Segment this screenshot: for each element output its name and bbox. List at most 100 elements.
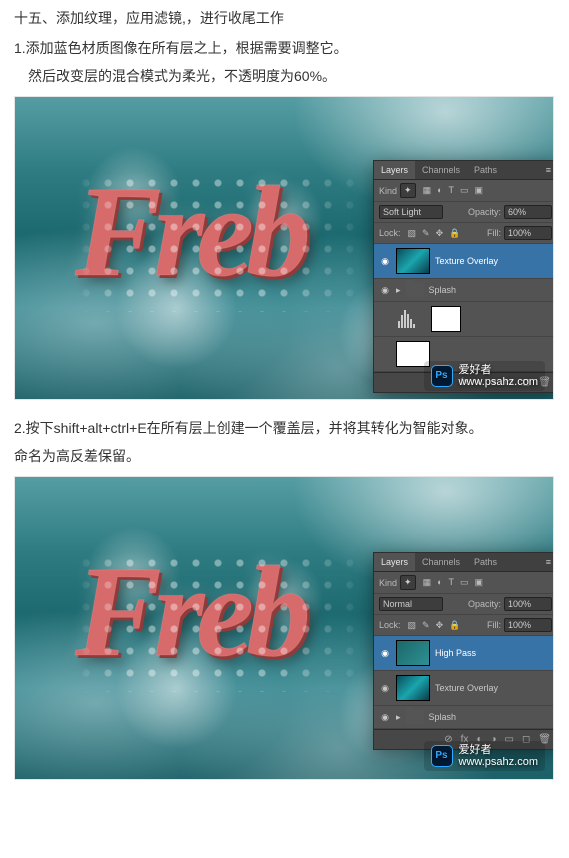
- lock-row: Lock: ▧ ✎ ✥ 🔒 Fill: 100%: [374, 615, 553, 636]
- visibility-icon[interactable]: ◉: [379, 683, 391, 694]
- tab-paths[interactable]: Paths: [467, 161, 504, 179]
- layer-label: Texture Overlay: [435, 683, 552, 693]
- opacity-label: Opacity:: [468, 599, 501, 609]
- opacity-value[interactable]: 60%: [504, 205, 552, 219]
- watermark: Ps 爱好者 www.psahz.com: [424, 361, 545, 391]
- tab-layers[interactable]: Layers: [374, 553, 415, 571]
- watermark: Ps 爱好者 www.psahz.com: [424, 741, 545, 771]
- kind-dropdown[interactable]: ✦: [400, 575, 416, 590]
- panel-tabs: Layers Channels Paths ≡: [374, 553, 553, 572]
- kind-label: Kind: [379, 578, 397, 588]
- filter-shape-icon[interactable]: ▭: [460, 185, 469, 196]
- layer-thumbnail: [396, 675, 430, 701]
- step1-line2: 然后改变层的混合模式为柔光，不透明度为60%。: [28, 66, 555, 86]
- watermark-name: 爱好者: [459, 364, 538, 376]
- watermark-url: www.psahz.com: [459, 756, 538, 768]
- visibility-icon[interactable]: ◉: [379, 712, 391, 723]
- folder-icon: [406, 283, 424, 297]
- filter-adjust-icon[interactable]: ◐: [437, 577, 442, 588]
- lock-move-icon[interactable]: ✥: [436, 228, 444, 239]
- layer-thumbnail: [396, 640, 430, 666]
- filter-pixel-icon[interactable]: ▦: [423, 185, 432, 196]
- step1-line1: 1.添加蓝色材质图像在所有层之上，根据需要调整它。: [14, 38, 555, 58]
- layers-list: ◉ High Pass ◉ Texture Overlay ◉ ▸ Splash: [374, 636, 553, 729]
- watermark-url: www.psahz.com: [459, 376, 538, 388]
- tab-paths[interactable]: Paths: [467, 553, 504, 571]
- ps-logo-icon: Ps: [431, 745, 453, 767]
- visibility-icon[interactable]: ◉: [379, 648, 391, 659]
- layer-thumbnail: [396, 248, 430, 274]
- filter-smart-icon[interactable]: ▣: [475, 185, 484, 196]
- layer-label: Splash: [429, 712, 552, 722]
- tab-channels[interactable]: Channels: [415, 161, 467, 179]
- blend-row: Normal Opacity: 100%: [374, 594, 553, 615]
- layers-list: ◉ Texture Overlay ◉ ▸ Splash: [374, 244, 553, 372]
- lock-all-icon[interactable]: 🔒: [449, 620, 460, 631]
- filter-pixel-icon[interactable]: ▦: [423, 577, 432, 588]
- filter-row: Kind ✦ ▦ ◐ T ▭ ▣: [374, 180, 553, 202]
- ocean-artwork: Freb Layers Channels Paths ≡ Kind ✦ ▦ ◐ …: [15, 477, 553, 779]
- filter-adjust-icon[interactable]: ◐: [437, 185, 442, 196]
- filter-row: Kind ✦ ▦ ◐ T ▭ ▣: [374, 572, 553, 594]
- lock-transparent-icon[interactable]: ▧: [408, 228, 417, 239]
- layer-label: Splash: [429, 285, 552, 295]
- fill-value[interactable]: 100%: [504, 618, 552, 632]
- filter-type-icon[interactable]: T: [449, 185, 455, 196]
- layer-splash-group[interactable]: ◉ ▸ Splash: [374, 706, 553, 729]
- tab-channels[interactable]: Channels: [415, 553, 467, 571]
- lock-all-icon[interactable]: 🔒: [449, 228, 460, 239]
- visibility-icon[interactable]: ◉: [379, 256, 391, 267]
- watermark-name: 爱好者: [459, 744, 538, 756]
- levels-icon: [396, 310, 426, 328]
- figure-2: Freb Layers Channels Paths ≡ Kind ✦ ▦ ◐ …: [14, 476, 554, 780]
- layer-mask[interactable]: [431, 306, 461, 332]
- lock-label: Lock:: [379, 228, 401, 238]
- layer-levels-adjustment[interactable]: [374, 302, 553, 337]
- panel-menu-icon[interactable]: ≡: [540, 553, 553, 571]
- layer-label: Texture Overlay: [435, 256, 552, 266]
- chevron-right-icon[interactable]: ▸: [396, 712, 401, 723]
- figure-1: Freb Layers Channels Paths ≡ Kind ✦ ▦ ◐ …: [14, 96, 554, 400]
- lock-brush-icon[interactable]: ✎: [422, 620, 430, 631]
- layer-texture-overlay[interactable]: ◉ Texture Overlay: [374, 671, 553, 706]
- kind-dropdown[interactable]: ✦: [400, 183, 416, 198]
- lock-icons: ▧ ✎ ✥ 🔒: [408, 228, 461, 239]
- tab-layers[interactable]: Layers: [374, 161, 415, 179]
- layers-panel: Layers Channels Paths ≡ Kind ✦ ▦ ◐ T ▭ ▣…: [373, 552, 553, 750]
- visibility-icon[interactable]: ◉: [379, 285, 391, 296]
- section-heading: 十五、添加纹理，应用滤镜,，进行收尾工作: [14, 8, 555, 28]
- fill-label: Fill:: [487, 620, 501, 630]
- opacity-label: Opacity:: [468, 207, 501, 217]
- lock-row: Lock: ▧ ✎ ✥ 🔒 Fill: 100%: [374, 223, 553, 244]
- blend-row: Soft Light Opacity: 60%: [374, 202, 553, 223]
- lock-move-icon[interactable]: ✥: [436, 620, 444, 631]
- filter-icons: ▦ ◐ T ▭ ▣: [423, 577, 483, 588]
- filter-smart-icon[interactable]: ▣: [475, 577, 484, 588]
- filter-type-icon[interactable]: T: [449, 577, 455, 588]
- panel-tabs: Layers Channels Paths ≡: [374, 161, 553, 180]
- lock-icons: ▧ ✎ ✥ 🔒: [408, 620, 461, 631]
- filter-shape-icon[interactable]: ▭: [460, 577, 469, 588]
- ps-logo-icon: Ps: [431, 365, 453, 387]
- ocean-artwork: Freb Layers Channels Paths ≡ Kind ✦ ▦ ◐ …: [15, 97, 553, 399]
- fill-label: Fill:: [487, 228, 501, 238]
- blend-mode-select[interactable]: Normal: [379, 597, 443, 611]
- folder-icon: [406, 710, 424, 724]
- lock-transparent-icon[interactable]: ▧: [408, 620, 417, 631]
- opacity-value[interactable]: 100%: [504, 597, 552, 611]
- layer-label: High Pass: [435, 648, 552, 658]
- layers-panel: Layers Channels Paths ≡ Kind ✦ ▦ ◐ T ▭ ▣…: [373, 160, 553, 393]
- filter-icons: ▦ ◐ T ▭ ▣: [423, 185, 483, 196]
- panel-menu-icon[interactable]: ≡: [540, 161, 553, 179]
- fill-value[interactable]: 100%: [504, 226, 552, 240]
- layer-high-pass[interactable]: ◉ High Pass: [374, 636, 553, 671]
- blend-mode-select[interactable]: Soft Light: [379, 205, 443, 219]
- lock-brush-icon[interactable]: ✎: [422, 228, 430, 239]
- layer-texture-overlay[interactable]: ◉ Texture Overlay: [374, 244, 553, 279]
- chevron-right-icon[interactable]: ▸: [396, 285, 401, 296]
- step2-line2: 命名为高反差保留。: [14, 446, 555, 466]
- kind-label: Kind: [379, 186, 397, 196]
- step2-line1: 2.按下shift+alt+ctrl+E在所有层上创建一个覆盖层，并将其转化为智…: [14, 418, 555, 438]
- layer-splash-group[interactable]: ◉ ▸ Splash: [374, 279, 553, 302]
- lock-label: Lock:: [379, 620, 401, 630]
